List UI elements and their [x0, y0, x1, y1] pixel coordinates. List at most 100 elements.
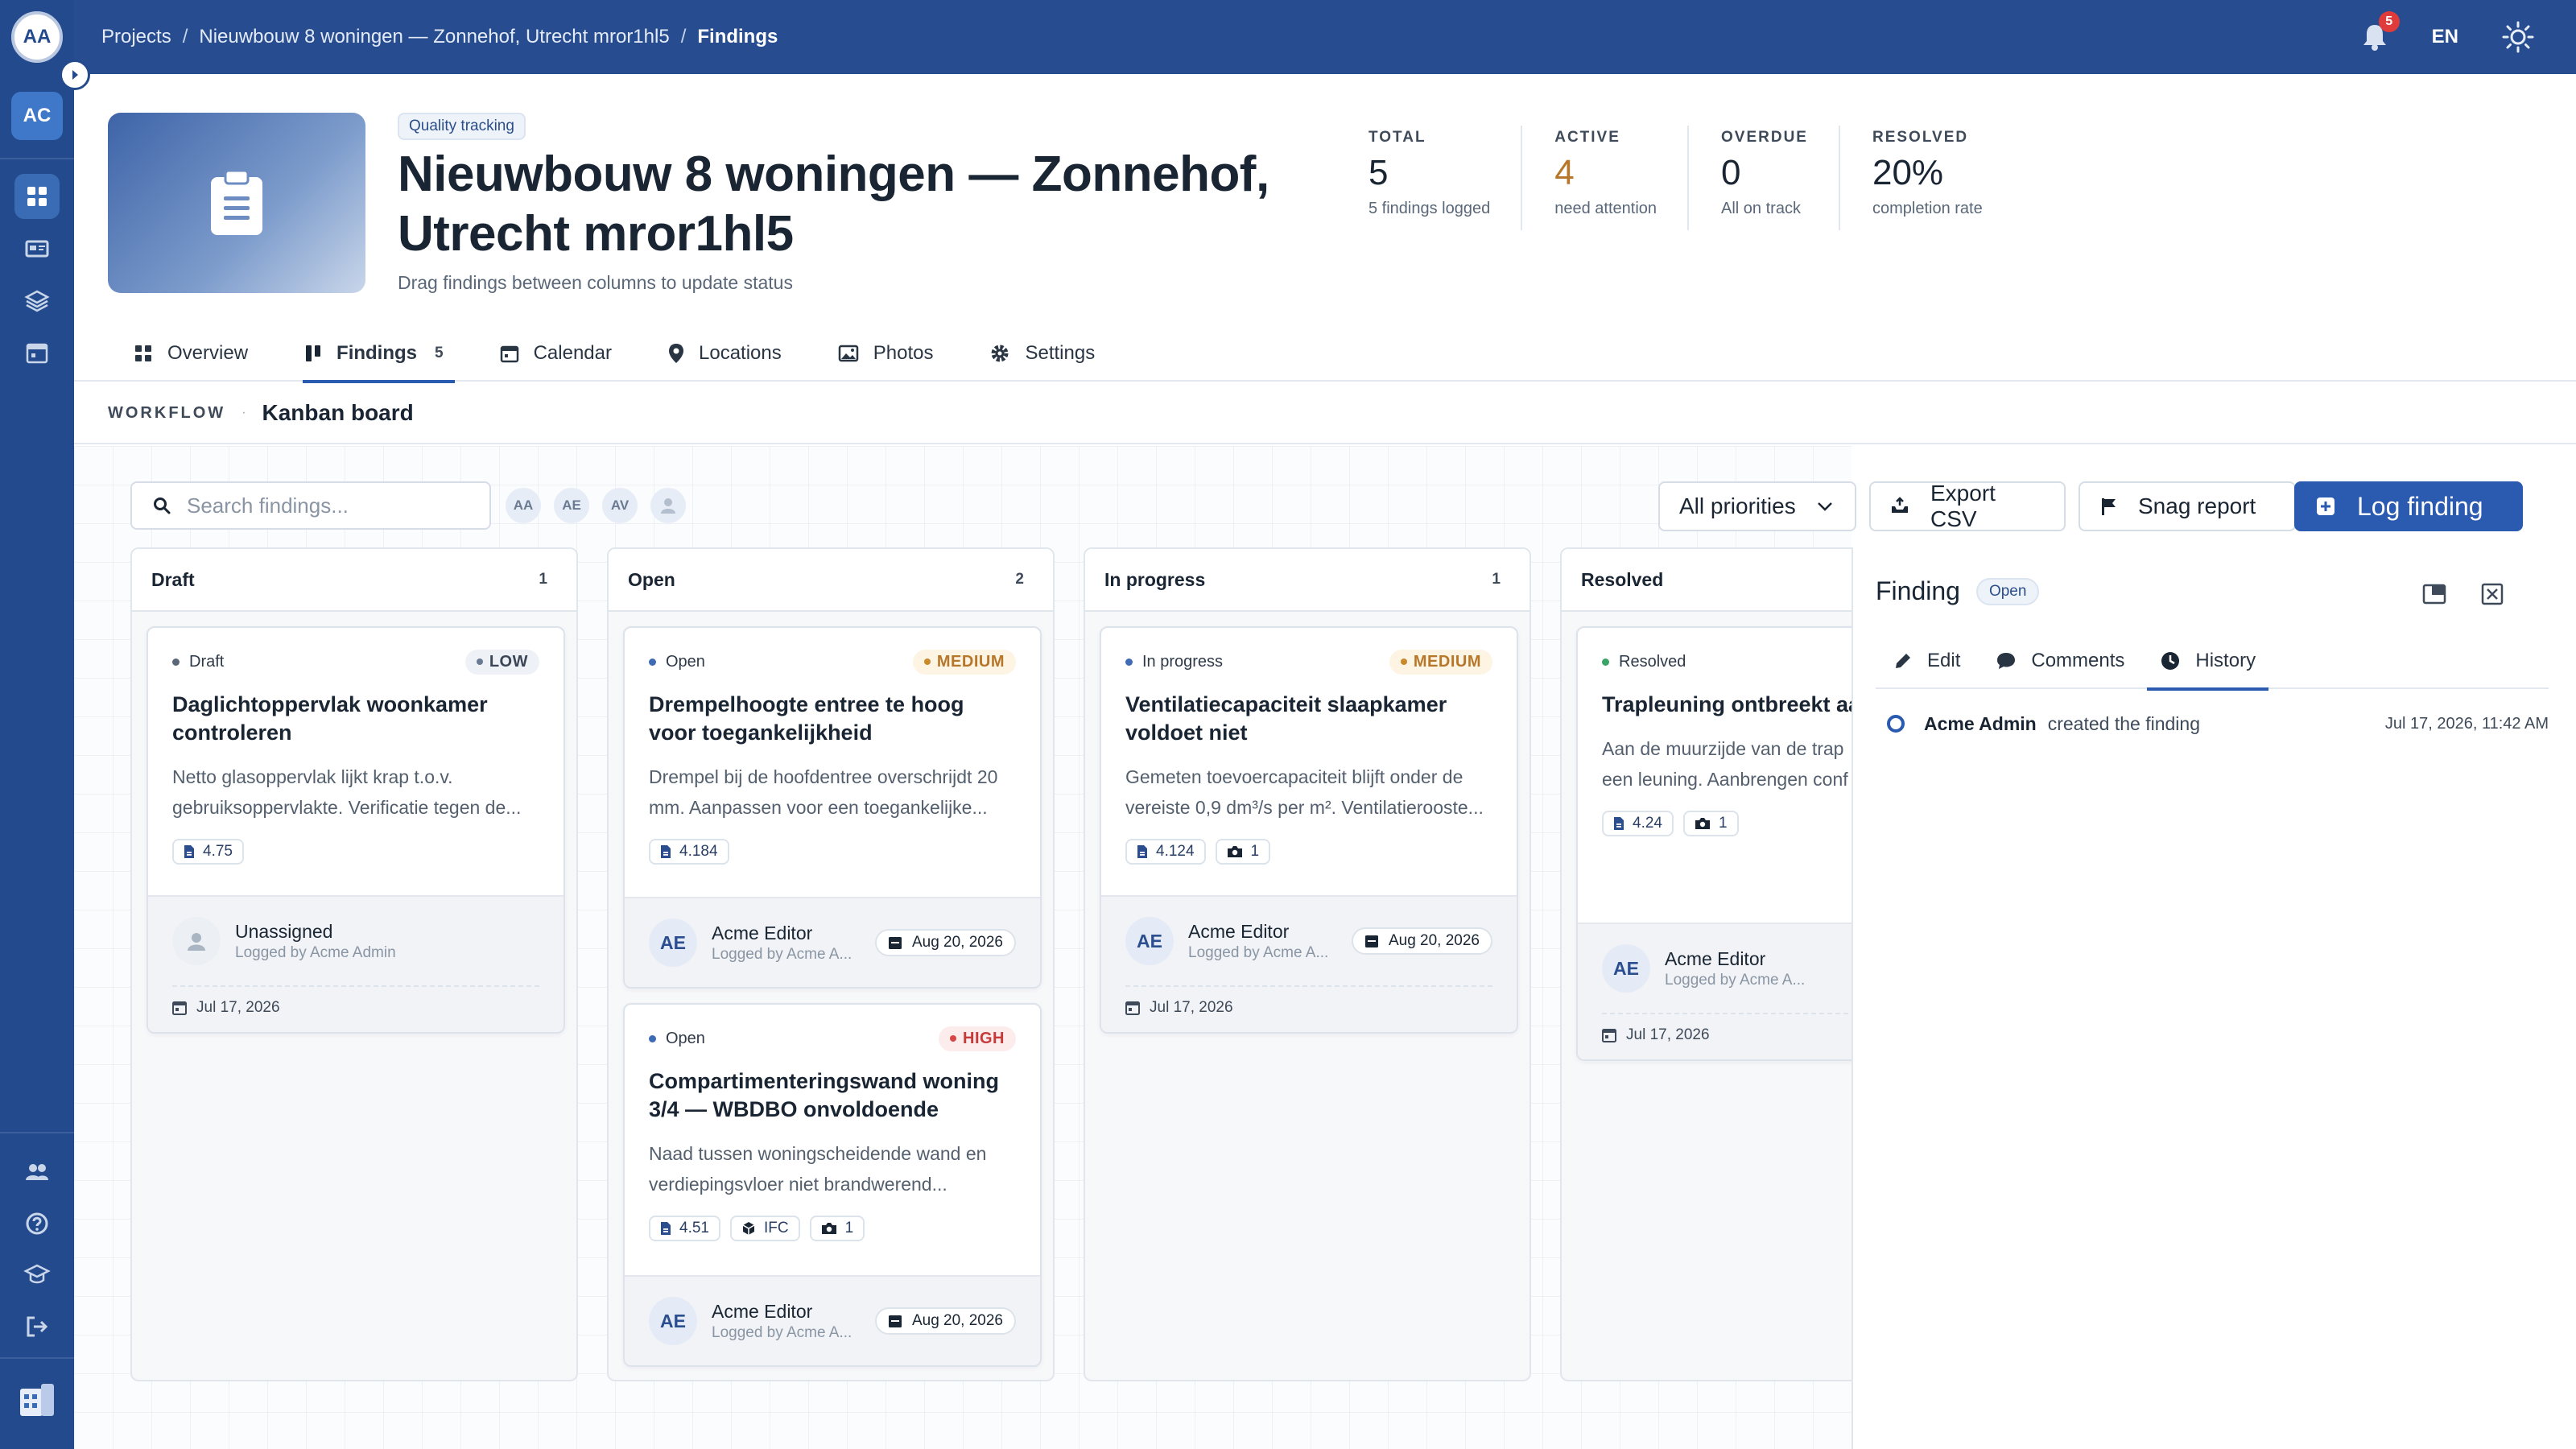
card-title: Drempelhoogte entree te hoog voor toegan…	[649, 692, 964, 745]
photo-count-tag: 1	[809, 1216, 865, 1241]
regulation-ref-tag: 4.184	[649, 839, 729, 865]
stat-hint: All on track	[1721, 200, 1801, 217]
priority-label: HIGH	[963, 1029, 1005, 1047]
users-icon	[23, 1158, 51, 1186]
status-label: Resolved	[1619, 652, 1686, 671]
workflow-title: Kanban board	[262, 400, 414, 425]
avatar: AE	[1125, 917, 1174, 965]
stat-label: TOTAL	[1368, 129, 1426, 146]
created-date-label: Jul 17, 2026	[1150, 999, 1233, 1016]
sidebar-item-help[interactable]	[14, 1201, 60, 1246]
language-switcher[interactable]: EN	[2432, 26, 2458, 48]
tab-history[interactable]: History	[2147, 633, 2268, 691]
gear-icon	[989, 343, 1010, 364]
sidebar-item-dashboard[interactable]	[14, 174, 60, 219]
log-finding-button[interactable]: Log finding	[2294, 481, 2523, 531]
card-status: Open	[649, 1030, 705, 1048]
card-description: Drempel bij de hoofdentree overschrijdt …	[649, 766, 998, 818]
filter-unassigned[interactable]	[650, 488, 686, 523]
finding-card[interactable]: Draft LOW Daglichtoppervlak woonkamer co…	[147, 626, 565, 1034]
sidebar-item-academy[interactable]	[14, 1253, 60, 1298]
panel-tabs: Edit Comments History	[1876, 633, 2549, 691]
photo-count: 1	[1250, 843, 1260, 860]
snag-report-label: Snag report	[2138, 493, 2256, 518]
due-date: Aug 20, 2026	[1388, 932, 1480, 949]
tab-photos[interactable]: Photos	[838, 325, 934, 382]
expand-panel-button[interactable]	[2418, 578, 2450, 610]
stat-label: RESOLVED	[1872, 129, 1969, 146]
column-header: Open 2	[609, 549, 1053, 612]
stats-summary: TOTAL 5 5 findings logged ACTIVE 4 need …	[1336, 113, 2013, 233]
tab-edit[interactable]: Edit	[1893, 633, 1960, 689]
regulation-ref-tag: 4.124	[1125, 839, 1206, 865]
column-header: In progress 1	[1085, 549, 1530, 612]
filter-avatar-aa[interactable]: AA	[506, 488, 541, 523]
breadcrumb-current: Findings	[697, 26, 778, 47]
notifications-button[interactable]: 5	[2361, 11, 2400, 52]
breadcrumb-projects[interactable]: Projects	[101, 26, 171, 48]
layers-icon	[24, 288, 50, 314]
document-icon	[660, 844, 671, 859]
calendar-icon	[24, 340, 50, 365]
export-csv-button[interactable]: Export CSV	[1869, 481, 2066, 531]
sidebar-item-findings[interactable]	[14, 227, 60, 272]
tab-calendar[interactable]: Calendar	[500, 325, 612, 382]
history-entry: Acme Admin created the finding Jul 17, 2…	[1876, 705, 2549, 742]
sidebar-item-layers[interactable]	[14, 279, 60, 324]
workflow-bar: WORKFLOW · Kanban board	[74, 383, 2576, 444]
finding-card[interactable]: In progress MEDIUM Ventilatiecapaciteit …	[1100, 626, 1518, 1034]
stat-hint: completion rate	[1872, 200, 1983, 217]
camera-icon	[1227, 845, 1243, 858]
sidebar-item-users[interactable]	[14, 1150, 60, 1195]
cards-icon	[24, 237, 50, 262]
clipboard-icon	[208, 169, 266, 237]
avatar	[172, 917, 221, 965]
sidebar-expand-button[interactable]	[60, 60, 90, 90]
tab-locations[interactable]: Locations	[668, 325, 782, 382]
status-dot	[649, 658, 656, 666]
regulation-ref: 4.184	[679, 843, 718, 860]
sun-icon[interactable]	[2502, 21, 2534, 53]
export-csv-label: Export CSV	[1930, 481, 1996, 531]
columns-icon	[304, 344, 322, 363]
finding-card[interactable]: Open MEDIUM Drempelhoogte entree te hoog…	[623, 626, 1042, 989]
breadcrumb-project[interactable]: Nieuwbouw 8 woningen — Zonnehof, Utrecht…	[199, 26, 669, 48]
grid-icon	[134, 344, 153, 363]
camera-icon	[1695, 817, 1711, 830]
priority-label: MEDIUM	[1413, 652, 1481, 671]
user-avatar[interactable]: AA	[11, 11, 63, 63]
filter-avatar-av[interactable]: AV	[602, 488, 638, 523]
priority-filter-select[interactable]: All priorities	[1658, 481, 1856, 531]
document-icon	[660, 1221, 671, 1236]
expand-icon	[2422, 584, 2446, 605]
export-tray-icon	[1890, 497, 1909, 516]
sidebar-item-calendar[interactable]	[14, 330, 60, 375]
tab-label: Photos	[873, 342, 934, 364]
dashboard-icon	[24, 184, 50, 209]
app-logo	[14, 1378, 60, 1423]
finding-detail-panel: Finding Open Edit Comments History Acme …	[1852, 547, 2576, 1449]
sidebar-item-logout[interactable]	[14, 1304, 60, 1349]
filter-avatar-ae[interactable]: AE	[554, 488, 589, 523]
tab-findings[interactable]: Findings 5	[303, 325, 455, 383]
photo-count: 1	[1718, 815, 1728, 832]
status-label: Open	[666, 652, 705, 671]
document-icon	[1613, 816, 1624, 831]
assignee-name: Acme Editor	[1665, 947, 1766, 969]
regulation-ref: 4.75	[203, 843, 233, 860]
calendar-icon	[888, 935, 902, 950]
snag-report-button[interactable]: Snag report	[2079, 481, 2296, 531]
search-input[interactable]	[187, 493, 477, 518]
close-panel-button[interactable]	[2476, 578, 2508, 610]
tab-comments[interactable]: Comments	[1996, 633, 2124, 689]
calendar-icon	[1364, 934, 1379, 948]
org-switcher[interactable]: AC	[11, 92, 63, 140]
created-date-label: Jul 17, 2026	[1626, 1026, 1710, 1043]
regulation-ref: 4.24	[1633, 815, 1662, 832]
finding-card[interactable]: Open HIGH Compartimenteringswand woning …	[623, 1003, 1042, 1367]
tab-overview[interactable]: Overview	[134, 325, 248, 382]
photo-count: 1	[844, 1220, 854, 1236]
tab-settings[interactable]: Settings	[989, 325, 1095, 382]
priority-dot	[950, 1035, 956, 1042]
project-category-badge: Quality tracking	[398, 113, 526, 140]
